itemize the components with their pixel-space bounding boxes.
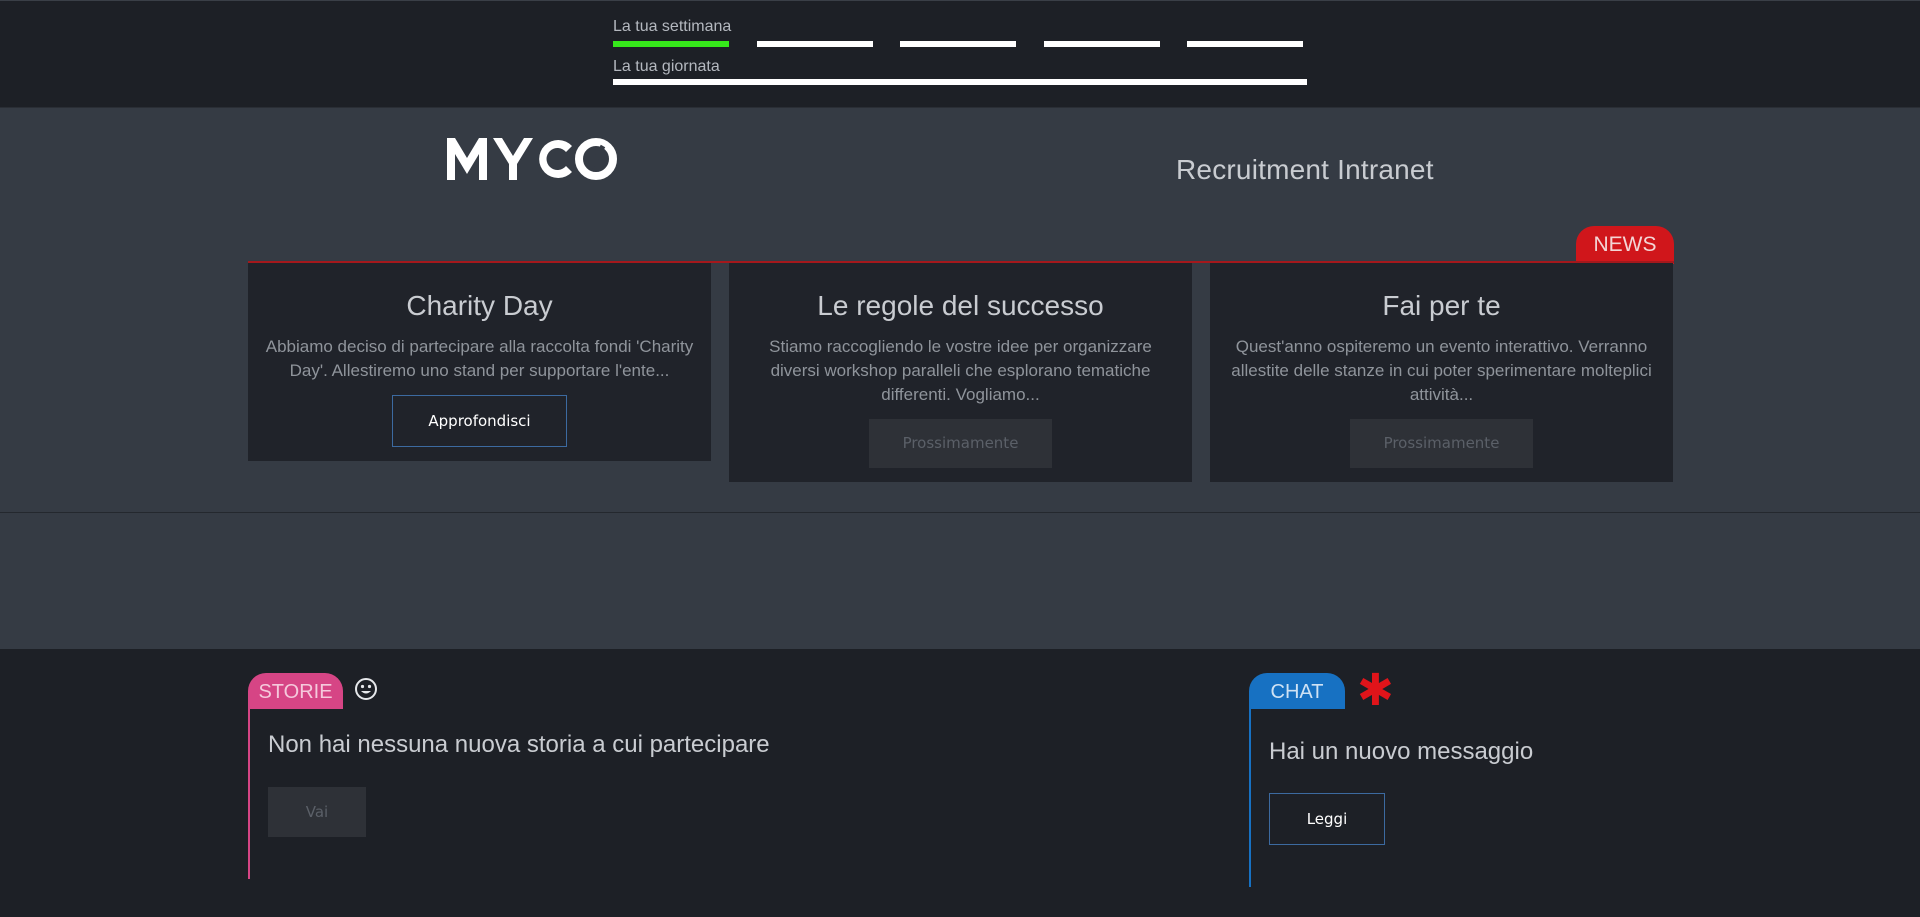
bottom-section: STORIE Non hai nessuna nuova storia a cu…: [0, 649, 1920, 917]
week-segment-day-5: [1187, 41, 1303, 47]
news-card-title: Le regole del successo: [817, 290, 1104, 321]
leggi-button[interactable]: Leggi: [1269, 793, 1385, 845]
news-card-text: Abbiamo deciso di partecipare alla racco…: [265, 337, 694, 380]
news-card-text: Quest'anno ospiteremo un evento interatt…: [1231, 337, 1652, 404]
news-card-title: Charity Day: [406, 290, 553, 321]
progress-panel: La tua settimana La tua giornata: [613, 17, 1310, 87]
day-progress-label: La tua giornata: [613, 58, 720, 75]
tab-chat[interactable]: CHAT: [1249, 673, 1345, 709]
smiley-icon: [355, 678, 377, 700]
news-card-title: Fai per te: [1382, 290, 1501, 321]
prossimamente-button[interactable]: Prossimamente: [1350, 419, 1533, 468]
day-progress-track: [613, 79, 1307, 85]
section-divider: [0, 512, 1920, 513]
week-segment-day-1: [613, 41, 729, 47]
hero-section: Recruitment Intranet NEWS Charity Day Ab…: [0, 107, 1920, 649]
week-segment-day-2: [756, 41, 873, 47]
week-segment-day-4: [1043, 41, 1160, 47]
news-card-text: Stiamo raccogliendo le vostre idee per o…: [769, 337, 1152, 404]
progress-header: La tua settimana La tua giornata: [0, 0, 1920, 107]
stories-panel-border: [248, 709, 250, 879]
chat-message: Hai un nuovo messaggio: [1269, 738, 1534, 765]
tab-storie[interactable]: STORIE: [248, 673, 343, 709]
news-card-regole-successo: Le regole del successo Stiamo raccoglien…: [729, 263, 1192, 482]
day-progress-bar: [613, 77, 1310, 87]
chat-panel-border: [1249, 709, 1251, 887]
news-card-charity-day: Charity Day Abbiamo deciso di partecipar…: [248, 263, 711, 461]
week-segment-day-3: [900, 41, 1016, 47]
asterisk-icon: ✱: [1357, 665, 1394, 716]
news-card-fai-per-te: Fai per te Quest'anno ospiteremo un even…: [1210, 263, 1673, 482]
myco-logo[interactable]: [445, 132, 620, 184]
news-badge: NEWS: [1576, 226, 1674, 264]
week-progress-label: La tua settimana: [613, 18, 732, 35]
vai-button[interactable]: Vai: [268, 787, 366, 837]
prossimamente-button[interactable]: Prossimamente: [869, 419, 1052, 468]
site-title: Recruitment Intranet: [1176, 154, 1434, 185]
stories-message: Non hai nessuna nuova storia a cui parte…: [268, 731, 770, 758]
week-progress-bar: [613, 39, 1310, 49]
approfondisci-button[interactable]: Approfondisci: [392, 395, 567, 447]
